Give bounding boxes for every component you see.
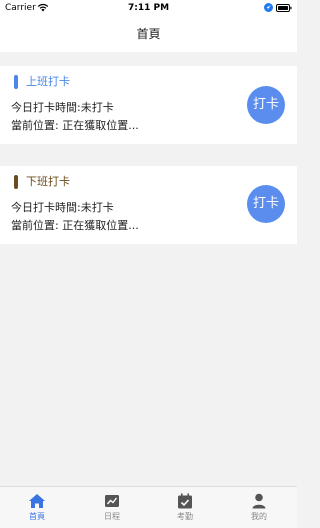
clock-in-button[interactable]: 打卡 xyxy=(247,86,285,124)
tab-attendance-label: 考勤 xyxy=(177,512,193,521)
location-arrow-icon xyxy=(264,3,273,12)
chart-icon xyxy=(105,495,119,507)
status-bar: Carrier 7:11 PM xyxy=(0,0,297,16)
clock-in-card: 上班打卡 今日打卡時間:未打卡 當前位置: 正在獲取位置... 打卡 xyxy=(0,66,297,144)
clock-out-card: 下班打卡 今日打卡時間:未打卡 當前位置: 正在獲取位置... 打卡 xyxy=(0,166,297,244)
tab-profile[interactable]: 我的 xyxy=(237,491,281,525)
home-icon xyxy=(29,494,45,508)
tab-profile-label: 我的 xyxy=(251,512,267,521)
tab-attendance[interactable]: 考勤 xyxy=(163,491,207,525)
clock-in-location: 當前位置: 正在獲取位置... xyxy=(11,119,139,132)
clock-out-marker xyxy=(14,175,18,189)
clock-out-time: 今日打卡時間:未打卡 xyxy=(11,201,114,214)
status-time: 7:11 PM xyxy=(127,3,170,13)
tab-home-label: 首頁 xyxy=(29,512,45,521)
clock-out-location: 當前位置: 正在獲取位置... xyxy=(11,219,139,232)
user-icon xyxy=(252,493,266,509)
clock-out-title: 下班打卡 xyxy=(26,175,70,188)
tab-home[interactable]: 首頁 xyxy=(15,491,59,525)
clock-in-title: 上班打卡 xyxy=(26,75,70,88)
tab-schedule[interactable]: 日程 xyxy=(90,491,134,525)
calendar-check-icon xyxy=(178,493,192,509)
page-title: 首頁 xyxy=(136,27,161,41)
nav-bar: 首頁 xyxy=(0,16,297,52)
battery-icon xyxy=(276,4,292,12)
tab-bar: 首頁 日程 考勤 我的 xyxy=(0,486,297,528)
clock-out-button[interactable]: 打卡 xyxy=(247,185,285,223)
clock-in-time: 今日打卡時間:未打卡 xyxy=(11,101,114,114)
tab-schedule-label: 日程 xyxy=(104,512,120,521)
clock-in-marker xyxy=(14,75,18,89)
